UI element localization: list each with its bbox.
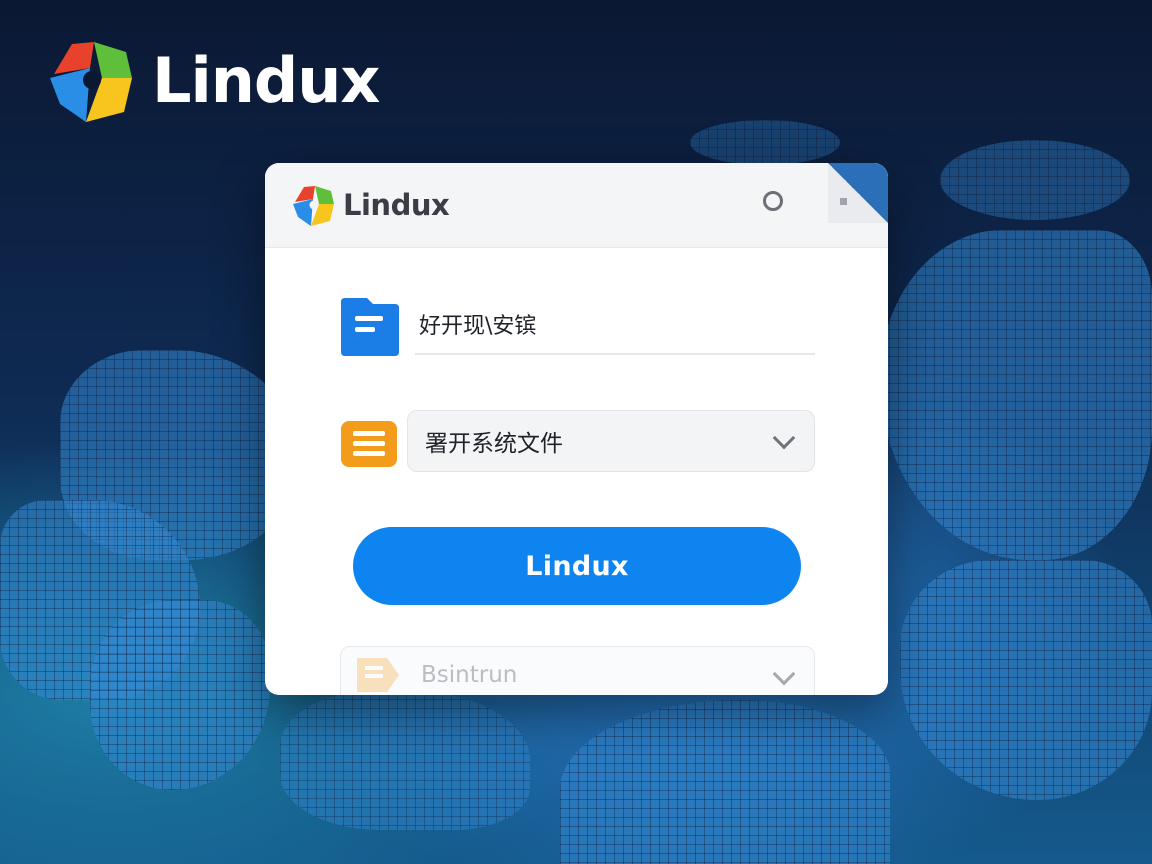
brand-name: Lindux: [152, 43, 380, 117]
document-icon: [341, 421, 397, 467]
chevron-down-icon: [772, 662, 796, 686]
pinwheel-logo-icon: [293, 186, 334, 226]
dialog-header: Lindux: [265, 163, 888, 248]
page-corner-fold: [828, 163, 888, 223]
chevron-down-icon: [772, 426, 796, 450]
app-dialog: Lindux 署开系统文件 Lindux Bsintrun: [265, 163, 888, 695]
secondary-dropdown[interactable]: Bsintrun: [340, 646, 815, 695]
primary-button[interactable]: Lindux: [353, 527, 801, 605]
settings-ring-icon[interactable]: [763, 191, 783, 211]
pinwheel-logo-icon: [50, 42, 132, 122]
folder-icon: [341, 298, 399, 356]
document-icon: [357, 658, 399, 692]
file-type-dropdown[interactable]: 署开系统文件: [407, 410, 815, 472]
dropdown-value: Bsintrun: [421, 662, 518, 688]
dropdown-value: 署开系统文件: [425, 431, 563, 457]
path-input[interactable]: [415, 295, 815, 355]
dialog-title: Lindux: [343, 188, 450, 222]
corner-dot-icon: [840, 198, 847, 205]
brand-header: Lindux: [46, 34, 380, 126]
